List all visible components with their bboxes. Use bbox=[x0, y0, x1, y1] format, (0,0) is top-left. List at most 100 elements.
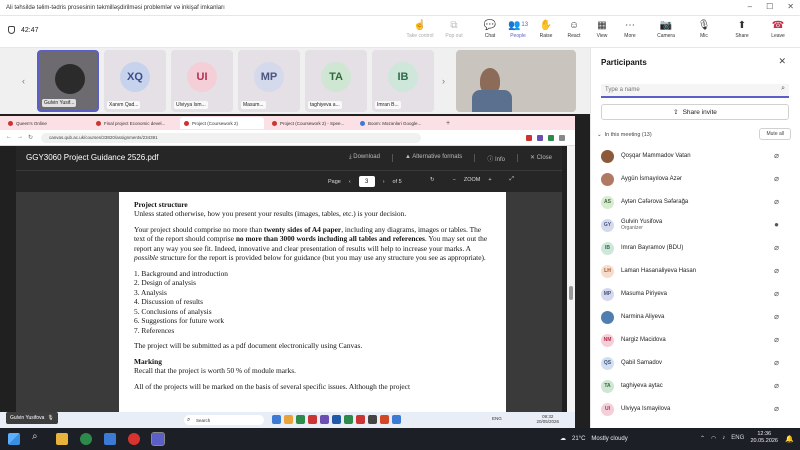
mic-off-icon: ⌀ bbox=[774, 197, 779, 206]
more-button[interactable]: ⋯ More bbox=[614, 19, 646, 40]
gallery-prev-icon[interactable]: ‹ bbox=[22, 76, 25, 86]
browser-nav: ← → ↻ bbox=[0, 134, 33, 141]
pdf-title: GGY3060 Project Guidance 2526.pdf bbox=[26, 153, 159, 162]
participant-row[interactable]: NM Nargiz Macidova ⌀ bbox=[601, 330, 793, 350]
chevron-up-icon[interactable]: ⌃ bbox=[700, 435, 705, 442]
mute-all-button[interactable]: Mute all bbox=[759, 128, 791, 140]
info-button[interactable]: ⓘ Info bbox=[487, 154, 505, 163]
wifi-icon[interactable]: ◠ bbox=[711, 435, 716, 442]
url-field[interactable]: canvas.qub.ac.uk/courses/33820/assignmen… bbox=[41, 132, 422, 143]
zoom-out-icon[interactable]: − bbox=[453, 177, 456, 183]
avatar: IB bbox=[601, 241, 614, 255]
participant-row[interactable]: AS Aytən Cəfərova Səfərağa ⌀ bbox=[601, 192, 793, 212]
minimize-icon[interactable]: – bbox=[748, 2, 752, 11]
divider bbox=[474, 154, 476, 162]
avatar: AS bbox=[601, 195, 614, 209]
windows-start-icon[interactable] bbox=[8, 433, 20, 445]
browser-extensions bbox=[526, 134, 565, 141]
extension-icon[interactable] bbox=[548, 134, 554, 141]
avatar: TA bbox=[601, 379, 614, 393]
extension-icon[interactable] bbox=[537, 134, 543, 141]
video-tile[interactable]: UI Ulviyya Ism... bbox=[171, 50, 233, 112]
favicon-icon bbox=[272, 120, 277, 126]
file-explorer-icon[interactable] bbox=[56, 433, 68, 445]
teams-icon[interactable] bbox=[151, 432, 165, 446]
participant-row[interactable]: UI Ulviyya Ismayilova ⌀ bbox=[601, 399, 793, 419]
pdf-controls: Page ‹ 3 › of 5 ↻ − ZOOM + ⤢ bbox=[16, 170, 562, 192]
extension-icon[interactable] bbox=[526, 134, 532, 141]
pdf-scrollbar[interactable] bbox=[567, 146, 575, 412]
leave-button[interactable]: ☎ Leave bbox=[762, 19, 794, 40]
video-tile[interactable]: IB Imran B... bbox=[372, 50, 434, 112]
participant-row[interactable]: MP Masuma Piriyeva ⌀ bbox=[601, 284, 793, 304]
back-arrow-icon[interactable]: ← bbox=[6, 134, 12, 141]
tile-name: Ulviyya Ism... bbox=[174, 101, 208, 109]
camera-button[interactable]: 📷 Camera bbox=[650, 19, 682, 40]
scroll-thumb[interactable] bbox=[569, 286, 573, 300]
close-pdf-button[interactable]: ✕ Close bbox=[530, 154, 552, 163]
browser-tab[interactable]: Queen's Online bbox=[4, 117, 88, 129]
avatar: IB bbox=[388, 62, 418, 92]
avatar: GY bbox=[601, 218, 614, 232]
participant-row[interactable]: IB Imran Bayramov (BDU) ⌀ bbox=[601, 238, 793, 258]
favicon-icon bbox=[8, 120, 13, 126]
mic-button[interactable]: 🎙 Mic bbox=[688, 19, 720, 40]
browser-app-icon[interactable] bbox=[80, 433, 92, 445]
forward-arrow-icon[interactable]: → bbox=[17, 134, 23, 141]
in-meeting-header[interactable]: ⌄ In this meeting (13) Mute all bbox=[597, 128, 793, 142]
participant-search-input[interactable]: Type a name ⌕ bbox=[601, 84, 789, 98]
extension-icon[interactable] bbox=[559, 134, 565, 141]
browser-tab[interactable]: Boom: Məzənləri Google... bbox=[356, 117, 440, 129]
download-button[interactable]: ⤓ Download bbox=[349, 154, 380, 163]
pop-out-button[interactable]: ⧉ Pop out bbox=[438, 19, 470, 40]
participant-row[interactable]: Aygün İsmayılova Azər ⌀ bbox=[601, 169, 793, 189]
video-tile[interactable]: Gulvin Yusif... bbox=[37, 50, 99, 112]
next-page-icon[interactable]: › bbox=[383, 179, 385, 185]
video-tile[interactable]: XQ Xanım Qad... bbox=[104, 50, 166, 112]
participant-row[interactable]: TA taghiyeva aytac ⌀ bbox=[601, 376, 793, 396]
take-control-button[interactable]: ☝ Take control bbox=[404, 19, 436, 40]
page-number-input[interactable]: 3 bbox=[358, 176, 375, 187]
share-button[interactable]: ⬆ Share bbox=[726, 19, 758, 40]
close-icon[interactable]: ✕ bbox=[778, 56, 786, 67]
cloud-icon: ☁ bbox=[560, 436, 566, 442]
reload-icon[interactable]: ↻ bbox=[28, 134, 33, 141]
mic-off-icon: ⌀ bbox=[774, 335, 779, 344]
zoom-in-icon[interactable]: + bbox=[488, 177, 491, 183]
maximize-icon[interactable]: ☐ bbox=[766, 2, 773, 11]
browser-tab[interactable]: Final project Economic devel... bbox=[92, 117, 176, 129]
video-tile[interactable]: TA taghiyeva a... bbox=[305, 50, 367, 112]
participant-row[interactable]: QS Qabil Samadov ⌀ bbox=[601, 353, 793, 373]
alternative-formats-button[interactable]: ▲ Alternative formats bbox=[405, 154, 462, 163]
opera-icon[interactable] bbox=[128, 433, 140, 445]
mic-on-icon: ● bbox=[774, 220, 779, 229]
mic-off-icon: ⌀ bbox=[774, 151, 779, 160]
rotate-icon[interactable]: ↻ bbox=[430, 177, 435, 183]
teams-title-bar: Ali təhsildə təlim-tədris prosesinin tək… bbox=[0, 0, 800, 16]
fullscreen-icon[interactable]: ⤢ bbox=[510, 176, 514, 183]
gallery-next-icon[interactable]: › bbox=[442, 76, 445, 86]
app-icon bbox=[368, 415, 377, 424]
participant-row[interactable]: GY Gulvin Yusifova Organizer ● bbox=[601, 215, 793, 235]
camera-feed-tile[interactable] bbox=[456, 50, 576, 112]
video-tile[interactable]: MP Masum... bbox=[238, 50, 300, 112]
share-invite-button[interactable]: ⇪ Share invite bbox=[601, 104, 789, 120]
prev-page-icon[interactable]: ‹ bbox=[349, 179, 351, 185]
browser-tab[interactable]: Project (Coursework 2) - Spee... bbox=[268, 117, 352, 129]
weather-widget[interactable]: ☁ 21°C Mostly cloudy bbox=[560, 435, 628, 443]
participant-row[interactable]: Qoşqar Mammadov Vatan ⌀ bbox=[601, 146, 793, 166]
avatar: QS bbox=[601, 356, 614, 370]
search-icon[interactable]: ⌕ bbox=[32, 431, 44, 443]
list-item: 7. References bbox=[134, 325, 175, 335]
close-window-icon[interactable]: ✕ bbox=[787, 2, 794, 11]
app-icon[interactable] bbox=[104, 433, 116, 445]
notification-bell-icon[interactable]: 🔔 bbox=[785, 435, 794, 443]
system-clock[interactable]: 12:36 20.05.2026 bbox=[750, 431, 778, 445]
participant-row[interactable]: Narmina Aliyeva ⌀ bbox=[601, 307, 793, 327]
list-item: 1. Background and introduction bbox=[134, 268, 229, 278]
participant-row[interactable]: LH Laman Hasanaliyeva Hasan ⌀ bbox=[601, 261, 793, 281]
tile-name: Masum... bbox=[241, 101, 266, 109]
volume-icon[interactable]: ♪ bbox=[722, 435, 725, 442]
browser-tab-active[interactable]: Project (Coursework 2) bbox=[180, 117, 264, 129]
new-tab-icon[interactable]: + bbox=[446, 120, 450, 127]
